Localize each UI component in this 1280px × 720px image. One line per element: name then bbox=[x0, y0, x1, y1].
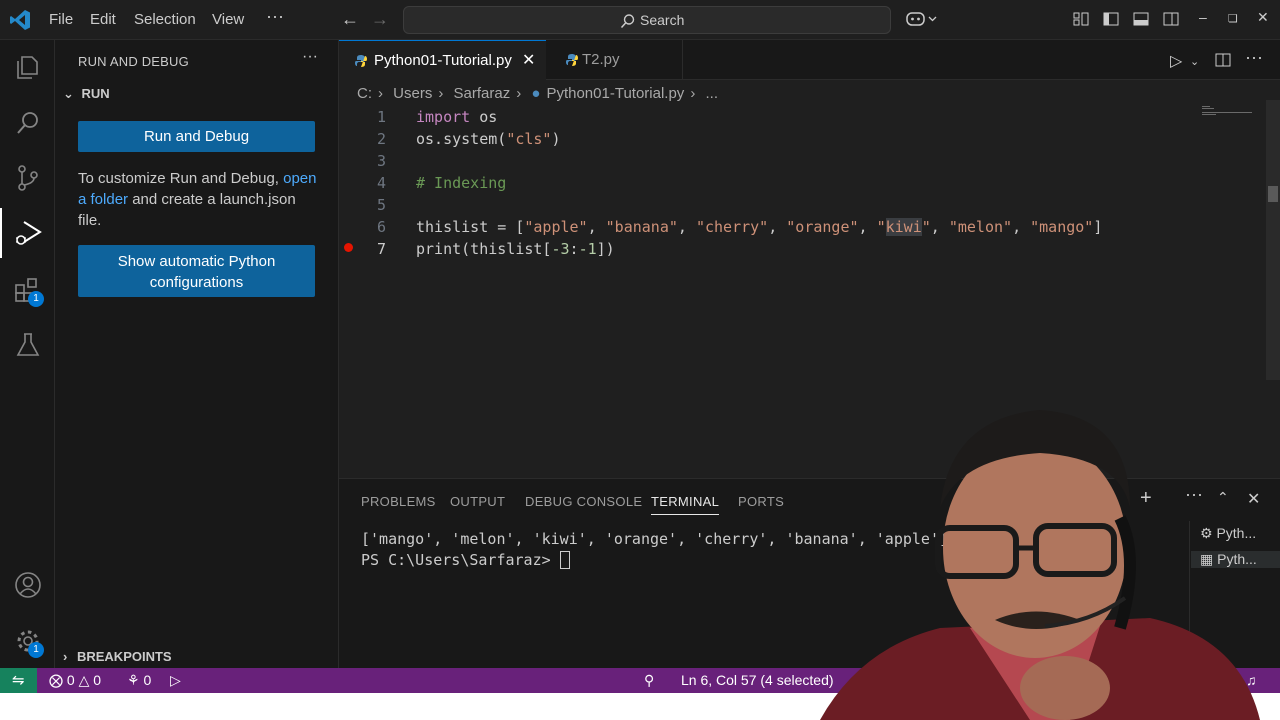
run-file-icon[interactable]: ▷ bbox=[1170, 51, 1182, 71]
menu-edit[interactable]: Edit bbox=[90, 11, 116, 28]
run-dropdown-icon[interactable]: ⌄ bbox=[1190, 55, 1199, 68]
code-line-1: import os bbox=[416, 108, 498, 126]
back-arrow-icon[interactable]: ← bbox=[341, 9, 359, 30]
terminal-prompt-line[interactable]: PS C:\Users\Sarfaraz> bbox=[361, 551, 570, 569]
line-number: 1 bbox=[376, 108, 386, 126]
close-tab-icon[interactable]: ✕ bbox=[522, 41, 535, 81]
tab-problems[interactable]: PROBLEMS bbox=[361, 494, 436, 509]
menu-view[interactable]: View bbox=[212, 11, 244, 28]
breakpoints-section-header[interactable]: › BREAKPOINTS bbox=[63, 649, 172, 664]
source-control-icon[interactable] bbox=[13, 163, 43, 193]
tab-terminal[interactable]: TERMINAL bbox=[651, 494, 720, 515]
settings-badge: 1 bbox=[28, 642, 44, 658]
toggle-panel-icon[interactable] bbox=[1132, 10, 1150, 28]
code-line-6: thislist = ["apple", "banana", "cherry",… bbox=[416, 218, 1103, 236]
chevron-right-icon: › bbox=[63, 649, 68, 664]
menu-more[interactable]: ··· bbox=[266, 6, 284, 27]
debug-status-icon[interactable]: ▷ bbox=[170, 672, 181, 689]
title-bar: File Edit Selection View ··· ← → Search … bbox=[0, 0, 1280, 40]
copilot-icon[interactable] bbox=[906, 10, 938, 28]
line-number: 6 bbox=[376, 218, 386, 236]
sidebar-more-actions[interactable]: ··· bbox=[302, 48, 318, 66]
toggle-secondary-sidebar-icon[interactable] bbox=[1162, 10, 1180, 28]
forward-arrow-icon[interactable]: → bbox=[371, 9, 389, 30]
breadcrumb-sarfaraz[interactable]: Sarfaraz bbox=[454, 85, 511, 102]
active-indicator bbox=[0, 208, 2, 258]
activity-bar: 1 1 bbox=[0, 40, 55, 668]
tab-label: T2.py bbox=[582, 51, 620, 68]
run-debug-sidebar: RUN AND DEBUG ··· ⌄ RUN Run and Debug To… bbox=[55, 40, 339, 668]
breakpoints-label: BREAKPOINTS bbox=[76, 649, 172, 664]
python-file-icon bbox=[566, 54, 578, 66]
show-config-label-1: Show automatic Python bbox=[117, 253, 276, 270]
python-file-icon bbox=[355, 55, 367, 67]
python-file-icon: ● bbox=[531, 85, 541, 102]
search-label: Search bbox=[640, 12, 685, 28]
line-number: 2 bbox=[376, 130, 386, 148]
close-window-icon[interactable]: ✕ bbox=[1257, 9, 1269, 26]
run-and-debug-icon[interactable] bbox=[13, 218, 43, 248]
tab-python01-tutorial[interactable]: Python01-Tutorial.py ✕ bbox=[339, 40, 546, 80]
menu-file[interactable]: File bbox=[49, 11, 73, 28]
zoom-icon[interactable]: ⚲ bbox=[644, 672, 654, 689]
selected-text: kiwi bbox=[885, 218, 922, 236]
line-number: 4 bbox=[376, 174, 386, 192]
customize-layout-icon[interactable] bbox=[1072, 10, 1090, 28]
editor-scrollbar[interactable] bbox=[1266, 100, 1280, 380]
show-python-configurations-button[interactable]: Show automatic Python configurations bbox=[78, 245, 315, 297]
problems-status[interactable]: ⨂ 0 △ 0 bbox=[49, 672, 101, 689]
tab-label: Python01-Tutorial.py bbox=[374, 52, 512, 69]
customize-text-1: To customize Run and Debug, bbox=[78, 170, 284, 187]
code-line-2: os.system("cls") bbox=[416, 130, 561, 148]
chevron-down-icon: ⌄ bbox=[63, 86, 74, 101]
scrollbar-thumb[interactable] bbox=[1268, 186, 1278, 202]
cursor-position[interactable]: Ln 6, Col 57 (4 selected) bbox=[681, 672, 834, 688]
minimap[interactable] bbox=[1202, 106, 1254, 116]
editor-tabs: Python01-Tutorial.py ✕ T2.py bbox=[339, 40, 1280, 80]
testing-icon[interactable] bbox=[13, 330, 43, 360]
breadcrumb: C: › Users › Sarfaraz › ● Python01-Tutorial.… bbox=[357, 85, 718, 102]
terminal-cursor bbox=[559, 551, 570, 569]
ports-count: 0 bbox=[143, 672, 152, 688]
line-number: 3 bbox=[376, 152, 386, 170]
vscode-logo-icon bbox=[10, 10, 30, 30]
tab-debug-console[interactable]: DEBUG CONSOLE bbox=[525, 494, 642, 509]
tab-ports[interactable]: PORTS bbox=[738, 494, 784, 509]
webcam-presenter-image bbox=[820, 410, 1260, 720]
tab-t2[interactable]: T2.py bbox=[546, 40, 683, 80]
sidebar-title: RUN AND DEBUG bbox=[78, 54, 189, 69]
explorer-icon[interactable] bbox=[13, 52, 43, 82]
warning-count: 0 bbox=[93, 672, 102, 688]
search-view-icon[interactable] bbox=[13, 108, 43, 138]
ports-status[interactable]: ⚘ 0 bbox=[127, 672, 151, 689]
remote-icon: ⇋ bbox=[12, 672, 25, 689]
error-count: 0 bbox=[66, 672, 75, 688]
remote-indicator[interactable]: ⇋ bbox=[0, 668, 37, 693]
tab-output[interactable]: OUTPUT bbox=[450, 494, 505, 509]
run-and-debug-button[interactable]: Run and Debug bbox=[78, 121, 315, 152]
menu-selection[interactable]: Selection bbox=[134, 11, 196, 28]
code-line-4: # Indexing bbox=[416, 174, 507, 192]
run-section-label: RUN bbox=[81, 86, 110, 101]
customize-hint: To customize Run and Debug, open a folde… bbox=[78, 168, 323, 231]
editor-more-actions[interactable]: ··· bbox=[1245, 47, 1263, 68]
toggle-primary-sidebar-icon[interactable] bbox=[1102, 10, 1120, 28]
breadcrumb-file[interactable]: Python01-Tutorial.py bbox=[546, 85, 684, 102]
breadcrumb-symbols[interactable]: ... bbox=[705, 85, 718, 102]
breakpoint-dot[interactable] bbox=[344, 243, 353, 252]
split-editor-icon[interactable] bbox=[1215, 53, 1231, 67]
breadcrumb-drive[interactable]: C: bbox=[357, 85, 372, 102]
restore-icon[interactable]: ❏ bbox=[1228, 12, 1238, 25]
run-section-header[interactable]: ⌄ RUN bbox=[63, 86, 110, 102]
line-number: 5 bbox=[376, 196, 386, 214]
terminal-prompt: PS C:\Users\Sarfaraz> bbox=[361, 551, 560, 569]
breadcrumb-users[interactable]: Users bbox=[393, 85, 432, 102]
minimize-icon[interactable]: – bbox=[1199, 9, 1207, 25]
command-center-search[interactable]: Search bbox=[403, 6, 891, 34]
show-config-label-2: configurations bbox=[149, 274, 244, 291]
code-line-7: print(thislist[-3:-1]) bbox=[416, 240, 615, 258]
accounts-icon[interactable] bbox=[13, 570, 43, 600]
extensions-badge: 1 bbox=[28, 291, 44, 307]
search-icon bbox=[620, 14, 635, 29]
